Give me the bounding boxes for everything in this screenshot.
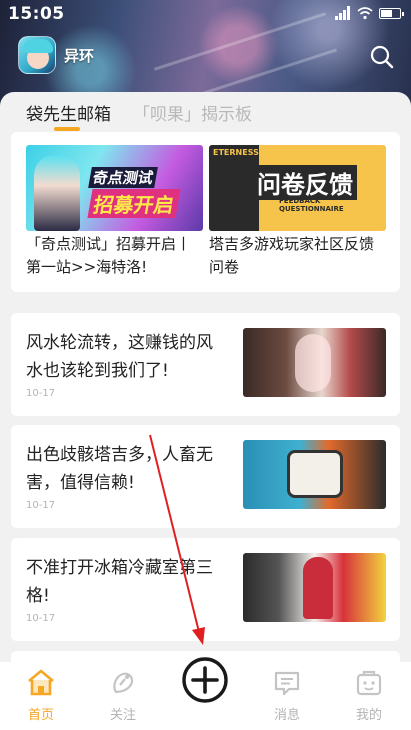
feedback-image-subtext: FEEDBACK QUESTIONNAIRE [279,197,344,213]
status-icons [335,6,404,20]
nav-label: 首页 [27,708,54,723]
post-title[interactable]: 风水轮流转，这赚钱的风水也该轮到我们了! [26,329,216,385]
status-time: 15:05 [8,4,65,24]
post-thumbnail[interactable] [243,440,386,509]
message-icon [274,671,300,696]
notice-card: 奇点测试 招募开启 「奇点测试」招募开启丨第一站>>海特洛! ETERNESS … [11,132,400,292]
notice-title[interactable]: 「奇点测试」招募开启丨第一站>>海特洛! [26,233,203,279]
signal-icon [335,6,351,20]
nav-label: 关注 [109,708,136,723]
profile-icon [356,670,382,696]
tab-bar: 袋先生邮箱 「呗果」揭示板 [26,100,252,131]
post-card[interactable]: 风水轮流转，这赚钱的风水也该轮到我们了! 10-17 [11,313,400,416]
feedback-image-text: 问卷反馈 [253,165,357,200]
post-date: 10-17 [26,613,56,624]
battery-icon [379,7,404,19]
post-thumbnail[interactable] [243,328,386,397]
feedback-image-panel [209,145,259,231]
notice-item-recruit[interactable]: 奇点测试 招募开启 「奇点测试」招募开启丨第一站>>海特洛! [26,145,203,279]
recruit-image-text-1: 奇点测试 [88,167,158,188]
app-avatar[interactable] [18,36,56,74]
post-card[interactable]: 出色歧骸塔吉多，人畜无害，值得信赖! 10-17 [11,425,400,528]
post-card[interactable]: 不准打开冰箱冷藏室第三格! 10-17 [11,538,400,641]
home-icon [28,669,54,696]
notice-image-recruit[interactable]: 奇点测试 招募开启 [26,145,203,231]
tab-mailbox[interactable]: 袋先生邮箱 [26,100,111,125]
status-bar: 15:05 [0,0,411,28]
app-name: 异环 [64,46,95,65]
nav-profile[interactable]: 我的 [339,668,399,723]
notice-title[interactable]: 塔吉多游戏玩家社区反馈问卷 [209,233,386,279]
tab-active-indicator [54,127,80,131]
notice-image-feedback[interactable]: ETERNESS 问卷反馈 FEEDBACK QUESTIONNAIRE [209,145,386,231]
feedback-image-caption: ETERNESS [213,148,259,157]
tab-bulletin-board[interactable]: 「呗果」揭示板 [133,100,252,125]
post-title[interactable]: 不准打开冰箱冷藏室第三格! [26,554,216,610]
nav-home[interactable]: 首页 [11,668,71,723]
post-date: 10-17 [26,500,56,511]
post-date: 10-17 [26,388,56,399]
wifi-icon [357,7,373,20]
recruit-image-text-2: 招募开启 [87,189,181,218]
post-title[interactable]: 出色歧骸塔吉多，人畜无害，值得信赖! [26,441,216,497]
create-post-button[interactable] [181,656,229,704]
nav-label: 消息 [273,708,300,723]
character-illustration [34,155,80,231]
search-icon[interactable] [369,44,395,70]
notice-item-feedback[interactable]: ETERNESS 问卷反馈 FEEDBACK QUESTIONNAIRE 塔吉多… [209,145,386,279]
app-identity[interactable]: 异环 [18,36,94,74]
post-thumbnail[interactable] [243,553,386,622]
nav-follow[interactable]: 关注 [93,668,153,723]
content-sheet: 袋先生邮箱 「呗果」揭示板 奇点测试 招募开启 「奇点测试」招募开启丨第一站>>… [0,92,411,662]
nav-messages[interactable]: 消息 [257,668,317,723]
nav-label: 我的 [355,708,382,723]
follow-icon [113,672,134,694]
